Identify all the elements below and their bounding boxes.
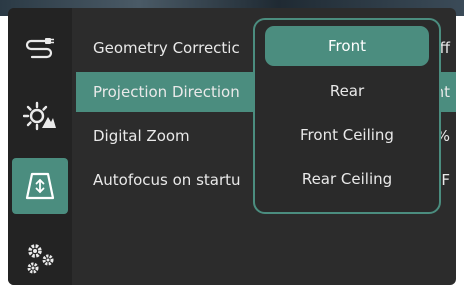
gears-icon	[22, 240, 58, 276]
brightness-icon	[23, 99, 57, 133]
menu-row-label: Projection Direction	[93, 83, 240, 101]
connector-icon	[24, 32, 56, 64]
menu-row-label: Digital Zoom	[93, 127, 190, 145]
sidebar-item-installation[interactable]	[12, 158, 68, 214]
sidebar-item-connection[interactable]	[12, 20, 68, 76]
keystone-icon	[23, 169, 57, 203]
option-front[interactable]: Front	[265, 26, 429, 66]
menu-row-label: Autofocus on startu	[93, 171, 241, 189]
settings-sidebar	[8, 8, 72, 285]
option-front-ceiling[interactable]: Front Ceiling	[265, 115, 429, 155]
option-rear[interactable]: Rear	[265, 71, 429, 111]
menu-row-label: Geometry Correctic	[93, 39, 240, 57]
projector-settings-screen: Geometry Correctic Off Projection Direct…	[8, 8, 456, 285]
option-rear-ceiling[interactable]: Rear Ceiling	[265, 159, 429, 199]
sidebar-item-picture[interactable]	[12, 88, 68, 144]
projection-direction-dropdown: Front Rear Front Ceiling Rear Ceiling	[253, 18, 441, 214]
sidebar-item-system[interactable]	[12, 230, 68, 285]
